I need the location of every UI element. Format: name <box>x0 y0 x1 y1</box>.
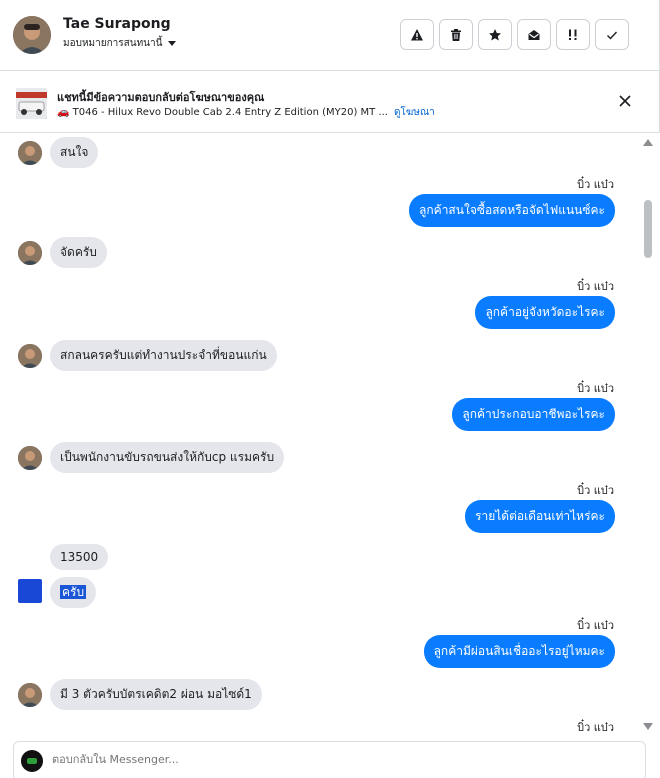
trash-icon <box>451 28 461 41</box>
ad-title: แชทนี้มีข้อความตอบกลับต่อโฆษณาของคุณ <box>57 91 265 104</box>
message-sender: บิ๋ว แบ๋ว <box>577 280 614 293</box>
incoming-message: เป็นพนักงานขับรถขนส่งให้กับcp แรมครับ <box>18 442 285 473</box>
incoming-message: มี 3 ตัวครับบัตรเคดิต2 ผ่อน มอไซด์1 <box>18 679 262 710</box>
reply-composer <box>13 741 646 778</box>
view-ad-link[interactable]: ดูโฆษณา <box>394 105 435 120</box>
delete-button[interactable] <box>439 19 473 50</box>
ad-subtitle-row: 🚗 T046 - Hilux Revo Double Cab 2.4 Entry… <box>57 105 435 120</box>
message-bubble-outgoing[interactable]: รายได้ต่อเดือนเท่าไหร่คะ <box>465 500 615 533</box>
message-bubble[interactable]: สกลนครครับแต่ทำงานประจำที่ขอนแก่น <box>50 340 277 371</box>
sender-avatar[interactable] <box>18 445 42 470</box>
message-bubble-outgoing[interactable]: ลูกค้ามีผ่อนสินเชื่ออะไรอยู่ไหมคะ <box>423 635 615 668</box>
mark-unread-button[interactable] <box>517 19 551 50</box>
assign-label: มอบหมายการสนทนานี้ <box>63 38 163 49</box>
message-bubble[interactable]: จัดครับ <box>50 237 107 268</box>
envelope-open-icon <box>528 29 540 40</box>
header-actions <box>400 19 629 50</box>
ad-subtitle: 🚗 T046 - Hilux Revo Double Cab 2.4 Entry… <box>57 107 388 118</box>
chevron-down-icon <box>168 41 177 46</box>
assign-conversation-dropdown[interactable]: มอบหมายการสนทนานี้ <box>63 36 177 51</box>
message-sender: บิ๋ว แบ๋ว <box>577 484 614 497</box>
ad-reply-banner: แชทนี้มีข้อความตอบกลับต่อโฆษณาของคุณ 🚗 T… <box>0 71 660 133</box>
message-sender: บิ๋ว แบ๋ว <box>577 619 614 632</box>
warning-icon <box>411 28 423 40</box>
sender-avatar[interactable] <box>18 343 42 368</box>
incoming-message: จัดครับ <box>18 237 107 268</box>
sender-avatar[interactable] <box>18 240 42 265</box>
follow-up-button[interactable] <box>556 19 590 50</box>
sender-avatar[interactable] <box>18 579 42 603</box>
message-bubble[interactable]: 13500 <box>50 544 109 570</box>
message-sender: บิ๋ว แบ๋ว <box>577 382 614 395</box>
message-sender: บิ๋ว แบ๋ว <box>577 721 614 734</box>
check-icon <box>607 31 618 40</box>
mark-done-button[interactable] <box>595 19 629 50</box>
ad-thumbnail[interactable] <box>16 88 47 119</box>
priority-icon <box>569 29 577 40</box>
scroll-up-icon[interactable] <box>643 139 653 146</box>
conversation-header: Tae Surapong มอบหมายการสนทนานี้ <box>0 0 660 71</box>
message-bubble[interactable]: ครับ <box>50 577 97 608</box>
star-button[interactable] <box>478 19 512 50</box>
page-avatar <box>21 750 43 772</box>
contact-name[interactable]: Tae Surapong <box>63 16 171 32</box>
close-icon[interactable] <box>617 93 633 109</box>
sender-avatar[interactable] <box>18 140 42 165</box>
thread-scrollbar[interactable] <box>640 133 656 738</box>
message-sender: บิ๋ว แบ๋ว <box>577 178 614 191</box>
scrollbar-thumb[interactable] <box>644 200 652 258</box>
sender-avatar[interactable] <box>18 682 42 707</box>
message-bubble-outgoing[interactable]: ลูกค้าอยู่จังหวัดอะไรคะ <box>475 296 615 329</box>
scroll-down-icon[interactable] <box>643 723 653 730</box>
incoming-message: สกลนครครับแต่ทำงานประจำที่ขอนแก่น <box>18 340 277 371</box>
reply-input[interactable] <box>52 753 612 766</box>
message-bubble[interactable]: มี 3 ตัวครับบัตรเคดิต2 ผ่อน มอไซด์1 <box>50 679 262 710</box>
selected-text: ครับ <box>60 585 87 599</box>
incoming-message: สนใจ <box>18 137 99 168</box>
message-thread[interactable]: สนใจ บิ๋ว แบ๋ว ลูกค้าสนใจซื้อสดหรือจัดไฟ… <box>0 133 640 738</box>
contact-avatar[interactable] <box>13 16 51 54</box>
message-bubble-outgoing[interactable]: ลูกค้าประกอบอาชีพอะไรคะ <box>452 398 615 431</box>
message-bubble[interactable]: สนใจ <box>50 137 99 168</box>
star-icon <box>489 28 501 40</box>
message-bubble[interactable]: เป็นพนักงานขับรถขนส่งให้กับcp แรมครับ <box>50 442 285 473</box>
message-bubble-outgoing[interactable]: ลูกค้าสนใจซื้อสดหรือจัดไฟแนนซ์คะ <box>409 194 615 227</box>
report-spam-button[interactable] <box>400 19 434 50</box>
